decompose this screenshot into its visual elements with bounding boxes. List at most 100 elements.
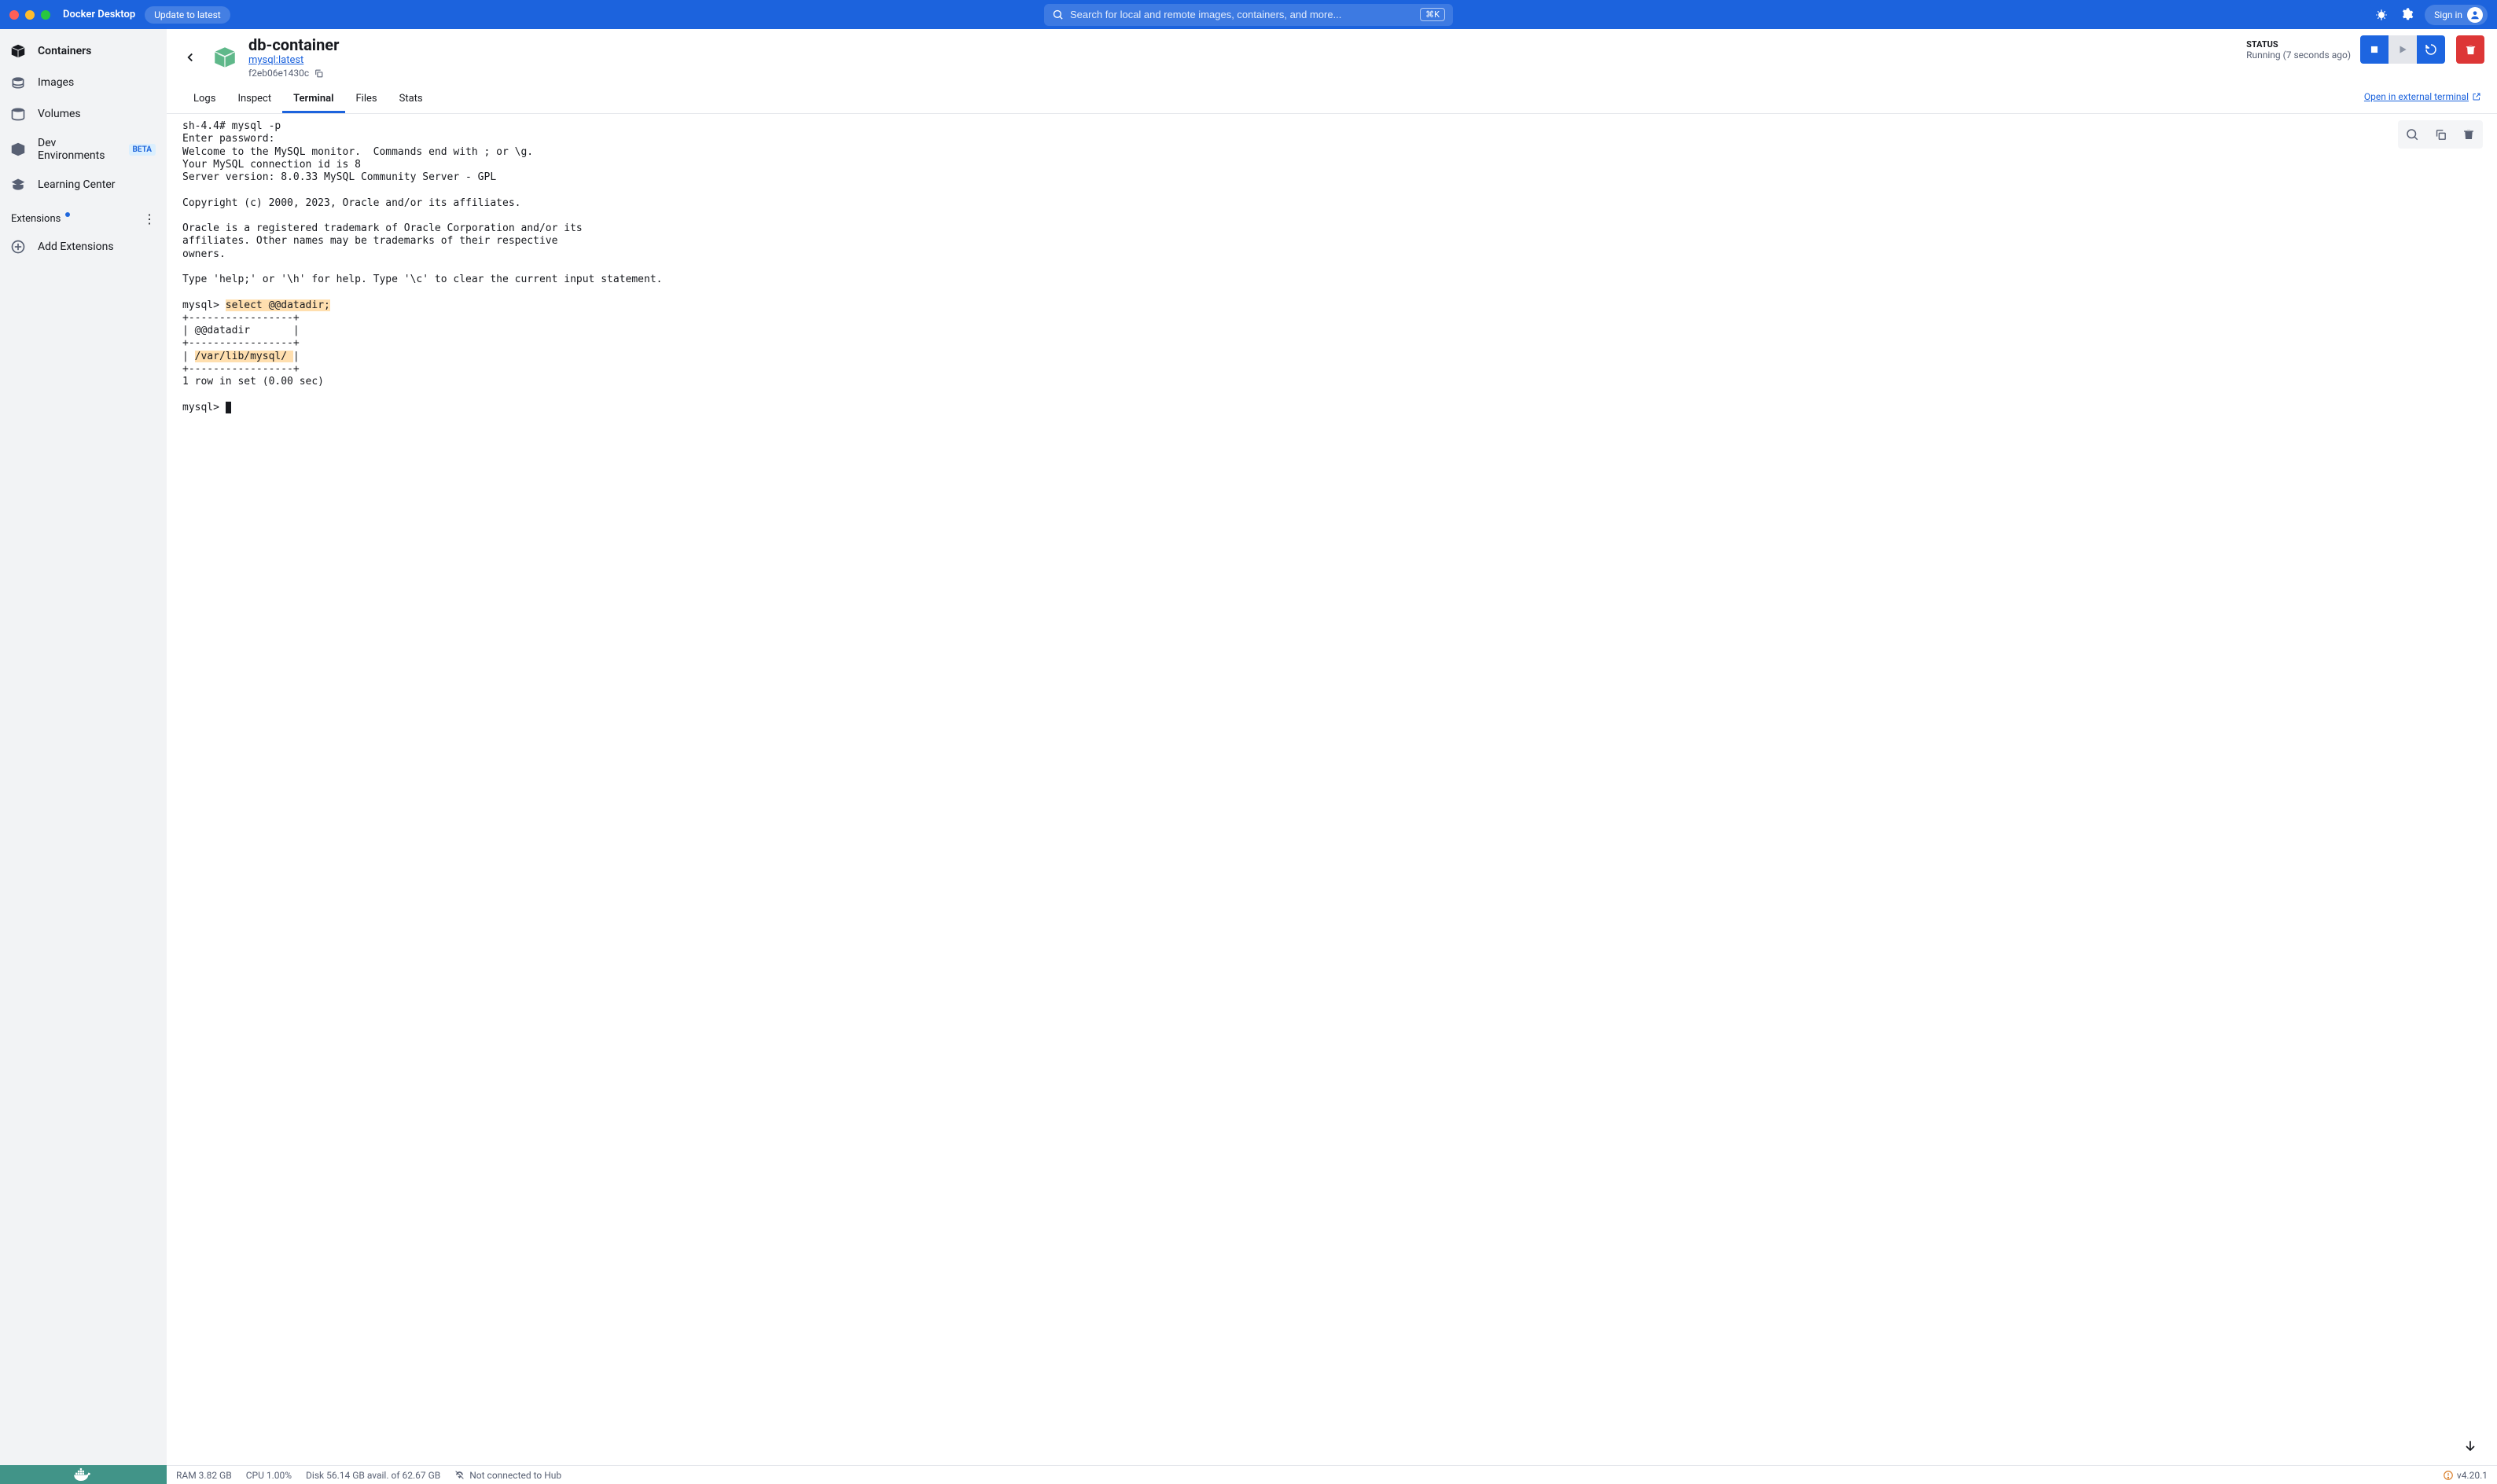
signin-button[interactable]: Sign in: [2425, 5, 2488, 25]
terminal-line: +-----------------+: [182, 363, 300, 375]
terminal-line: mysql>: [182, 299, 226, 311]
terminal-line: |: [182, 351, 195, 362]
status-ram: RAM 3.82 GB: [176, 1470, 232, 1481]
search-icon: [1052, 9, 1064, 20]
terminal-panel: sh-4.4# mysql -p Enter password: Welcome…: [167, 114, 2497, 1465]
disconnected-icon: [454, 1470, 465, 1480]
beta-badge: BETA: [129, 144, 156, 156]
sidebar-item-label: Containers: [38, 45, 91, 57]
sidebar-item-learning-center[interactable]: Learning Center: [0, 169, 167, 200]
status-disk: Disk 56.14 GB avail. of 62.67 GB: [306, 1470, 440, 1481]
container-status: STATUS Running (7 seconds ago): [2246, 39, 2351, 61]
minimize-window-button[interactable]: [25, 10, 35, 20]
window-controls: [9, 10, 50, 20]
start-button[interactable]: [2389, 35, 2417, 64]
close-window-button[interactable]: [9, 10, 19, 20]
extensions-more-button[interactable]: ⋮: [143, 211, 156, 226]
container-hash: f2eb06e1430c: [248, 68, 309, 79]
settings-icon[interactable]: [2400, 8, 2414, 22]
terminal-line: sh-4.4# mysql -p: [182, 120, 281, 132]
tab-files[interactable]: Files: [345, 85, 388, 113]
bug-icon[interactable]: [2374, 8, 2389, 22]
global-search[interactable]: ⌘K: [1044, 4, 1453, 26]
terminal-line: 1 row in set (0.00 sec): [182, 376, 324, 388]
extensions-badge-dot: [65, 212, 70, 217]
user-avatar-icon: [2467, 7, 2483, 23]
tab-logs[interactable]: Logs: [182, 85, 226, 113]
copy-hash-icon[interactable]: [314, 68, 324, 79]
scroll-to-bottom-button[interactable]: [2462, 1438, 2478, 1454]
sidebar-item-label: Learning Center: [38, 178, 116, 191]
app-title: Docker Desktop: [63, 9, 135, 20]
terminal-search-icon[interactable]: [2398, 120, 2426, 149]
container-cube-icon: [211, 43, 239, 72]
images-icon: [9, 74, 27, 91]
terminal-cursor: [226, 402, 231, 413]
back-button[interactable]: [179, 46, 201, 68]
sidebar-item-add-extensions[interactable]: Add Extensions: [0, 231, 167, 263]
sidebar-item-label: Volumes: [38, 108, 81, 120]
tab-inspect[interactable]: Inspect: [226, 85, 282, 113]
terminal-line: mysql>: [182, 402, 226, 413]
tabs: Logs Inspect Terminal Files Stats Open i…: [167, 85, 2497, 114]
docker-whale-icon: [73, 1467, 94, 1482]
terminal-line: +-----------------+: [182, 312, 300, 324]
container-name: db-container: [248, 35, 339, 54]
search-input[interactable]: [1070, 9, 1420, 20]
status-version[interactable]: v4.20.1: [2443, 1470, 2488, 1481]
sidebar: Containers Images Volumes Dev Environmen…: [0, 29, 167, 1465]
maximize-window-button[interactable]: [41, 10, 50, 20]
terminal-line: Welcome to the MySQL monitor. Commands e…: [182, 146, 533, 158]
terminal-line: | @@datadir |: [182, 325, 300, 336]
tab-stats[interactable]: Stats: [388, 85, 434, 113]
terminal-copy-icon[interactable]: [2426, 120, 2455, 149]
sidebar-item-volumes[interactable]: Volumes: [0, 98, 167, 130]
update-button[interactable]: Update to latest: [145, 6, 230, 24]
terminal-line: affiliates. Other names may be trademark…: [182, 235, 557, 247]
dev-env-icon: [9, 141, 27, 158]
open-external-terminal-link[interactable]: Open in external terminal: [2364, 91, 2481, 107]
sidebar-item-label: Add Extensions: [38, 241, 114, 253]
status-value: Running (7 seconds ago): [2246, 50, 2351, 61]
statusbar-engine[interactable]: [0, 1465, 167, 1484]
sidebar-item-containers[interactable]: Containers: [0, 35, 167, 67]
sidebar-item-label: Images: [38, 76, 74, 89]
sidebar-item-dev-environments[interactable]: Dev Environments BETA: [0, 130, 167, 169]
open-external-terminal-label: Open in external terminal: [2364, 91, 2469, 102]
extensions-label: Extensions: [11, 213, 61, 225]
restart-button[interactable]: [2417, 35, 2445, 64]
search-shortcut-hint: ⌘K: [1420, 8, 1445, 21]
add-icon: [9, 238, 27, 255]
terminal-output[interactable]: sh-4.4# mysql -p Enter password: Welcome…: [167, 114, 2497, 1465]
content-area: db-container mysql:latest f2eb06e1430c S…: [167, 29, 2497, 1465]
status-hub: Not connected to Hub: [454, 1470, 561, 1481]
version-text: v4.20.1: [2457, 1470, 2488, 1481]
status-label: STATUS: [2246, 39, 2351, 50]
container-info: db-container mysql:latest f2eb06e1430c: [248, 35, 339, 79]
extensions-header: Extensions ⋮: [0, 200, 167, 231]
statusbar: RAM 3.82 GB CPU 1.00% Disk 56.14 GB avai…: [0, 1465, 2497, 1484]
titlebar: Docker Desktop Update to latest ⌘K Sign …: [0, 0, 2497, 29]
container-actions: [2360, 35, 2484, 64]
terminal-line: owners.: [182, 248, 226, 260]
learning-icon: [9, 176, 27, 193]
container-image-link[interactable]: mysql:latest: [248, 54, 303, 66]
terminal-highlight: /var/lib/mysql/: [195, 351, 293, 362]
sidebar-item-label: Dev Environments: [38, 137, 115, 162]
tab-terminal[interactable]: Terminal: [282, 85, 344, 113]
delete-button[interactable]: [2456, 35, 2484, 64]
sidebar-item-images[interactable]: Images: [0, 67, 167, 98]
terminal-line: Enter password:: [182, 133, 274, 145]
terminal-line: +-----------------+: [182, 337, 300, 349]
terminal-toolbar: [2398, 120, 2483, 149]
terminal-line: Type 'help;' or '\h' for help. Type '\c'…: [182, 274, 662, 285]
terminal-line: Your MySQL connection id is 8: [182, 159, 361, 171]
terminal-clear-icon[interactable]: [2455, 120, 2483, 149]
containers-icon: [9, 42, 27, 60]
volumes-icon: [9, 105, 27, 123]
terminal-line: Server version: 8.0.33 MySQL Community S…: [182, 171, 496, 183]
stop-button[interactable]: [2360, 35, 2389, 64]
container-header: db-container mysql:latest f2eb06e1430c S…: [167, 29, 2497, 85]
terminal-line: Oracle is a registered trademark of Orac…: [182, 222, 583, 234]
warning-icon: [2443, 1470, 2454, 1481]
